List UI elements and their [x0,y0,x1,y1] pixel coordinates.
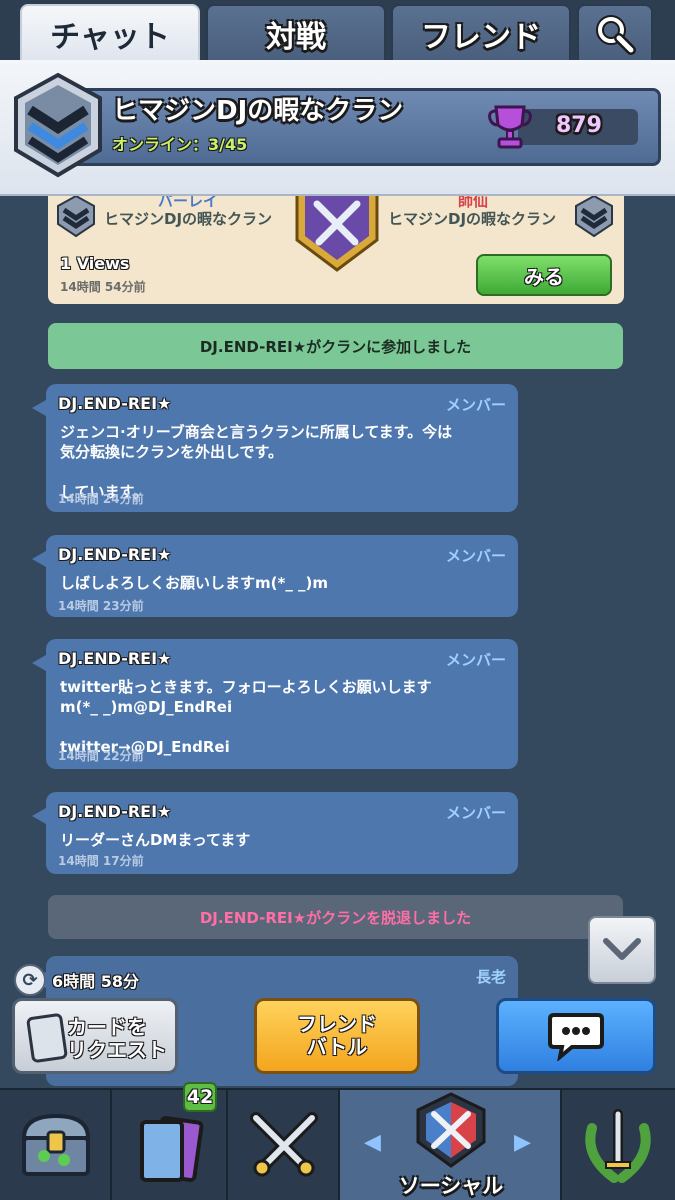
trophy-count: 879 [556,113,602,138]
message-role: メンバー [445,651,506,669]
clan-online-count: オンライン：3/45 [112,135,248,154]
message-role: 長老 [475,968,506,986]
watch-replay-label: みる [524,264,564,289]
message-text: リーダーさんDMまってます [60,831,251,849]
laurel-sword-icon [585,1109,651,1183]
friend-battle-button[interactable]: フレンド バトル [254,998,420,1074]
message-author[interactable]: DJ.END-REI★ [58,545,171,564]
nav-battle[interactable] [228,1090,340,1200]
search-tab[interactable] [577,4,653,64]
clan-badge-icon [14,72,102,178]
clan-name: ヒマジンDJの暇なクラン [112,96,404,126]
message-role: メンバー [445,396,506,414]
chat-message[interactable]: DJ.END-REI★ メンバー ジェンコ·オリーブ商会と言うクランに所属してま… [32,384,518,512]
chat-message[interactable]: DJ.END-REI★ メンバー リーダーさんDMまってます 14時間 17分前 [32,792,518,874]
request-card-label: カードを リクエスト [67,1015,167,1062]
message-author[interactable]: DJ.END-REI★ [58,649,171,668]
request-timer: ⟳ 6時間 58分 [14,964,139,996]
chat-message[interactable]: DJ.END-REI★ メンバー しばしよろしくお願いしますm(*_ _)m 1… [32,535,518,617]
system-message-join: DJ.END-REI★がクランに参加しました [48,323,623,369]
system-join-text: DJ.END-REI★がクランに参加しました [199,337,472,356]
message-text: twitter貼っときます。フォローよろしくお願いします m(*_ _)m@DJ… [60,678,432,756]
clan-badge-icon [575,196,613,238]
message-author[interactable]: DJ.END-REI★ [58,802,171,821]
message-timestamp: 14時間 22分前 [58,749,144,763]
watch-replay-button[interactable]: みる [476,254,612,296]
chevron-down-icon [603,938,641,960]
chat-message[interactable]: DJ.END-REI★ メンバー twitter貼っときます。フォローよろしくお… [32,639,518,769]
trophy-icon [488,105,532,149]
crossed-swords-icon [250,1112,318,1177]
replay-right-clan: ヒマジンDJの暇なクラン [388,210,557,228]
message-timestamp: 14時間 24分前 [58,492,144,506]
tab-chat[interactable]: チャット [20,4,200,64]
nav-shop[interactable] [0,1090,112,1200]
nav-tournament[interactable] [562,1090,675,1200]
replay-left-clan: ヒマジンDJの暇なクラン [104,210,273,228]
nav-social-label: ソーシャル [398,1174,504,1198]
message-timestamp: 14時間 23分前 [58,599,144,613]
top-tab-bar: チャット 対戦 フレンド [0,0,675,64]
crossed-swords-emblem-icon [295,190,379,272]
message-text: しばしよろしくお願いしますm(*_ _)m [60,574,329,592]
tab-battle-label: 対戦 [266,20,326,55]
replay-views: 1 Views [60,254,130,273]
friend-battle-label: フレンド バトル [297,1012,377,1059]
social-shield-icon [416,1092,486,1168]
message-role: メンバー [445,804,506,822]
tab-friend-label: フレンド [421,20,541,55]
chevron-left-icon[interactable]: ◀ [364,1130,381,1155]
magnifier-icon [596,15,636,55]
replay-timestamp: 14時間 54分前 [60,280,146,294]
system-message-leave: DJ.END-REI★がクランを脱退しました [48,895,623,939]
chevron-right-icon[interactable]: ▶ [514,1130,531,1155]
card-icon [25,1012,69,1064]
tab-friend[interactable]: フレンド [391,4,571,64]
message-author[interactable]: DJ.END-REI★ [58,394,171,413]
message-timestamp: 14時間 17分前 [58,854,144,868]
clan-badge-icon [57,196,95,238]
request-timer-label: 6時間 58分 [52,972,139,991]
open-chat-input-button[interactable] [496,998,656,1074]
refresh-timer-icon: ⟳ [14,964,46,996]
tab-battle[interactable]: 対戦 [206,4,386,64]
cards-deck-icon [140,1116,204,1182]
system-leave-text: DJ.END-REI★がクランを脱退しました [199,908,472,927]
request-card-button[interactable]: カードを リクエスト [12,998,178,1074]
message-role: メンバー [445,547,506,565]
speech-bubble-icon [548,1013,604,1061]
bottom-navigation: ソーシャル [0,1088,675,1200]
treasure-chest-icon [21,1113,91,1176]
tab-chat-label: チャット [50,20,170,55]
scroll-to-bottom-button[interactable] [588,916,656,984]
clan-header[interactable]: ヒマジンDJの暇なクラン オンライン：3/45 879 [0,60,675,196]
cards-count-badge: 42 [183,1082,217,1112]
